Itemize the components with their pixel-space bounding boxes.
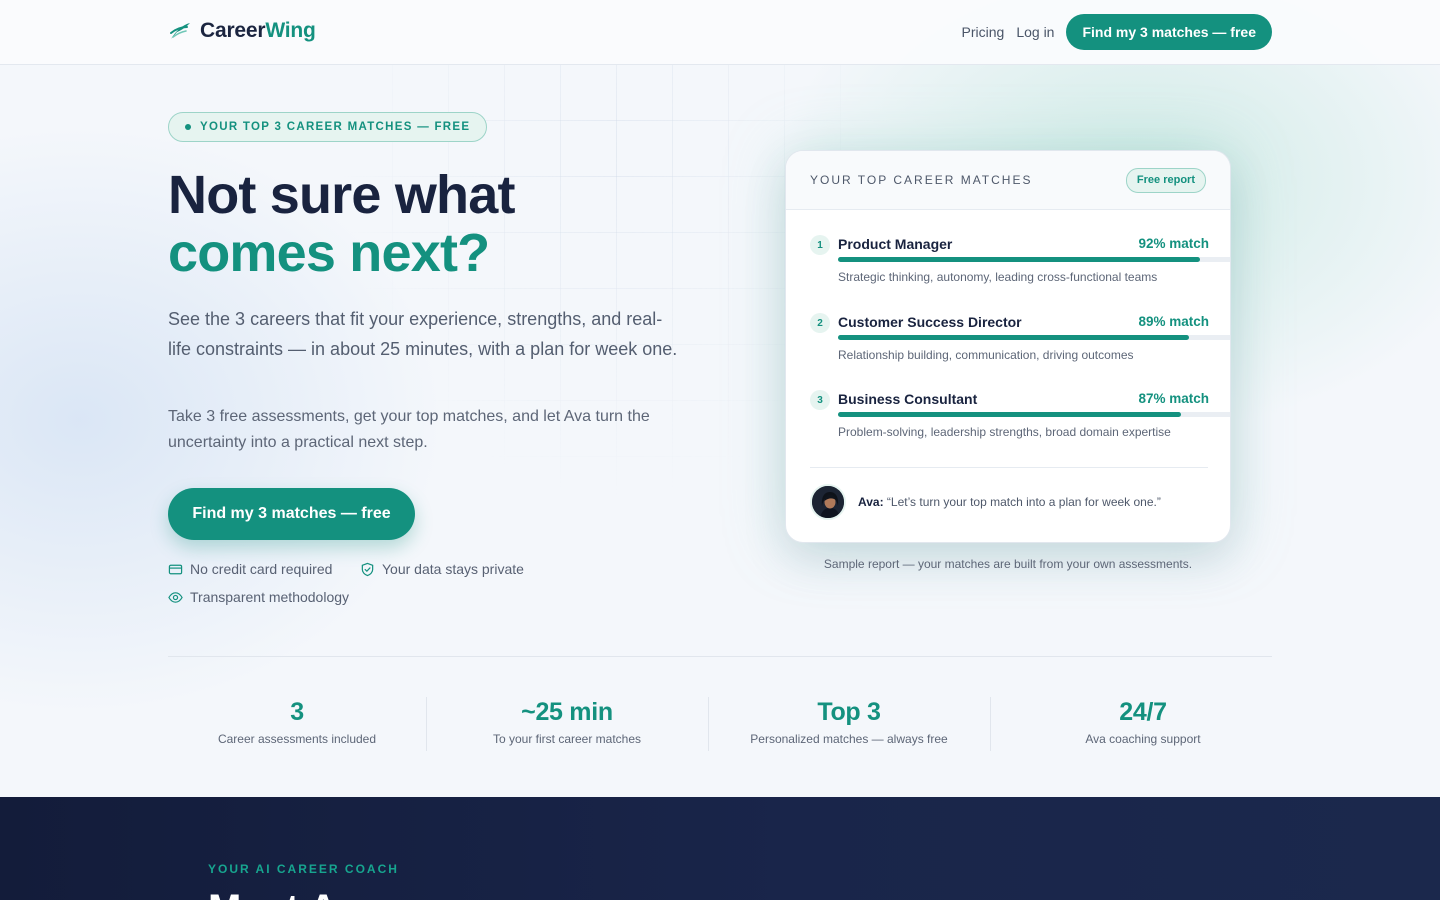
match-title: Customer Success Director	[838, 314, 1022, 330]
hero-title-line1: Not sure what	[168, 165, 515, 225]
stat-value: 24/7	[1119, 698, 1167, 726]
nav-login-link[interactable]: Log in	[1016, 24, 1054, 40]
hero-title-line2: comes next?	[168, 223, 490, 283]
ava-avatar	[810, 484, 846, 520]
logo[interactable]: CareerWing	[168, 19, 316, 43]
match-title: Business Consultant	[838, 391, 978, 407]
match-progress-bar	[838, 257, 1230, 262]
ava-message: Ava: “Let’s turn your top match into a p…	[810, 484, 1161, 520]
card-divider	[810, 467, 1208, 468]
free-report-badge: Free report	[1125, 167, 1206, 193]
section-heading: Meet Ava	[208, 887, 381, 900]
trust-label: Transparent methodology	[190, 589, 350, 605]
badge-label: YOUR TOP 3 CAREER MATCHES — FREE	[200, 121, 471, 133]
logo-text: CareerWing	[200, 19, 316, 42]
hero-badge: YOUR TOP 3 CAREER MATCHES — FREE	[168, 112, 488, 142]
match-description: Strategic thinking, autonomy, leading cr…	[838, 270, 1158, 284]
stat-value: 3	[290, 698, 304, 726]
hero-subtext: Take 3 free assessments, get your top ma…	[168, 408, 650, 451]
wing-logo-icon	[170, 23, 190, 39]
header-cta-button[interactable]: Find my 3 matches — free	[1066, 14, 1272, 50]
section-eyebrow: YOUR AI CAREER COACH	[208, 862, 399, 876]
badge-dot-icon	[185, 124, 191, 130]
stat-value: Top 3	[817, 698, 881, 726]
stat-assessments: 3 Career assessments included	[168, 697, 426, 751]
stat-matches: Top 3 Personalized matches — always free	[708, 697, 990, 751]
ava-portrait-icon	[812, 486, 844, 518]
match-description: Relationship building, communication, dr…	[838, 348, 1134, 362]
hero-lead: See the 3 careers that fit your experien…	[168, 309, 678, 359]
match-progress-bar	[838, 412, 1230, 417]
match-progress-fill	[838, 257, 1201, 262]
stat-value: ~25 min	[521, 698, 613, 726]
hero-cta-button[interactable]: Find my 3 matches — free	[168, 488, 415, 540]
stat-label: Personalized matches — always free	[750, 732, 948, 746]
match-percent: 92% match	[1138, 236, 1209, 251]
stats-divider	[168, 656, 1272, 657]
match-percent: 87% match	[1138, 391, 1209, 406]
match-rank: 1	[810, 235, 830, 255]
trust-data-private: Your data stays private	[360, 561, 524, 577]
card-title: YOUR TOP CAREER MATCHES	[810, 173, 1033, 187]
eye-icon	[168, 591, 183, 603]
nav-pricing-link[interactable]: Pricing	[962, 24, 1005, 40]
trust-methodology: Transparent methodology	[168, 589, 349, 605]
card-header: YOUR TOP CAREER MATCHES Free report	[786, 151, 1230, 210]
stat-time: ~25 min To your first career matches	[426, 697, 708, 751]
stat-label: To your first career matches	[492, 732, 642, 746]
shield-check-icon	[361, 562, 374, 576]
sample-report-caption: Sample report — your matches are built f…	[823, 557, 1193, 571]
match-progress-fill	[838, 412, 1181, 417]
match-rank: 2	[810, 313, 830, 333]
stat-support: 24/7 Ava coaching support	[990, 697, 1296, 751]
match-progress-fill	[838, 335, 1189, 340]
stat-label: Career assessments included	[217, 732, 377, 746]
match-rank: 3	[810, 390, 830, 410]
hero-title: Not sure what comes next?	[168, 166, 728, 282]
stat-label: Ava coaching support	[1085, 732, 1201, 746]
trust-label: No credit card required	[190, 561, 333, 577]
career-matches-card: YOUR TOP CAREER MATCHES Free report 1 Pr…	[785, 150, 1231, 543]
credit-card-icon	[168, 564, 183, 574]
match-title: Product Manager	[838, 236, 953, 252]
ai-coach-section: YOUR AI CAREER COACH Meet Ava	[0, 797, 1440, 900]
match-progress-bar	[838, 335, 1230, 340]
top-nav: Pricing Log in Find my 3 matches — free	[962, 14, 1272, 50]
trust-label: Your data stays private	[382, 561, 524, 577]
trust-no-credit-card: No credit card required	[168, 561, 332, 577]
match-description: Problem-solving, leadership strengths, b…	[838, 425, 1171, 439]
ava-quote: Ava: “Let’s turn your top match into a p…	[858, 495, 1161, 509]
site-header: CareerWing Pricing Log in Find my 3 matc…	[0, 0, 1440, 65]
match-percent: 89% match	[1138, 314, 1209, 329]
